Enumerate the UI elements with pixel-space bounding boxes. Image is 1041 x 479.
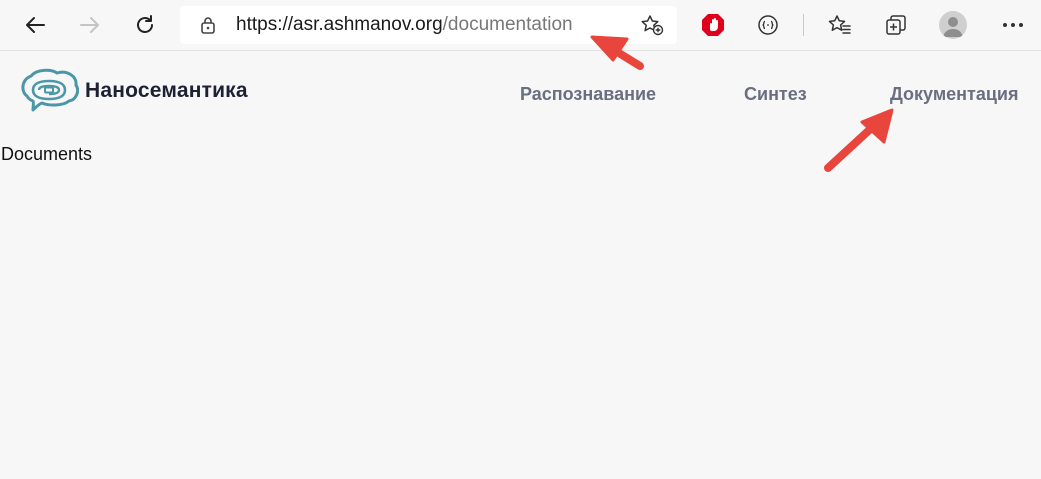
profile-avatar[interactable] xyxy=(939,11,967,39)
menu-button[interactable] xyxy=(995,7,1031,43)
refresh-icon xyxy=(137,15,153,33)
toolbar-separator xyxy=(803,14,804,36)
url-text[interactable]: https://asr.ashmanov.org/documentation xyxy=(236,13,573,37)
back-icon xyxy=(26,17,45,33)
add-favorite-icon[interactable] xyxy=(640,14,664,36)
url-domain: https://asr.ashmanov.org xyxy=(236,14,443,35)
adblock-button[interactable] xyxy=(695,7,731,43)
collections-button[interactable] xyxy=(878,7,914,43)
browser-toolbar: https://asr.ashmanov.org/documentation xyxy=(0,0,1041,51)
nav-synthesis[interactable]: Синтез xyxy=(744,84,807,105)
nav-recognition[interactable]: Распознавание xyxy=(520,84,656,105)
forward-button[interactable] xyxy=(72,7,108,43)
site-logo[interactable] xyxy=(19,66,80,119)
address-bar[interactable]: https://asr.ashmanov.org/documentation xyxy=(180,6,677,44)
back-button[interactable] xyxy=(17,7,53,43)
avatar-icon xyxy=(943,17,963,37)
lock-icon[interactable] xyxy=(200,16,216,34)
page-heading: Documents xyxy=(1,144,93,164)
adblock-icon xyxy=(702,14,724,36)
url-path: /documentation xyxy=(442,14,573,35)
forward-icon xyxy=(80,17,99,33)
more-icon xyxy=(1003,23,1023,27)
annotation-arrows xyxy=(590,35,894,172)
annotation-arrow-documentation xyxy=(824,108,894,172)
favorites-icon xyxy=(828,15,851,34)
refresh-button[interactable] xyxy=(127,7,163,43)
brand-name[interactable]: Наносемантика xyxy=(85,79,248,103)
brain-maze-logo-icon xyxy=(21,68,80,112)
favorites-button[interactable] xyxy=(822,7,858,43)
extension-button[interactable] xyxy=(750,7,786,43)
nav-documentation[interactable]: Документация xyxy=(890,84,1018,105)
collections-icon xyxy=(886,15,906,35)
extension-icon xyxy=(758,15,778,35)
